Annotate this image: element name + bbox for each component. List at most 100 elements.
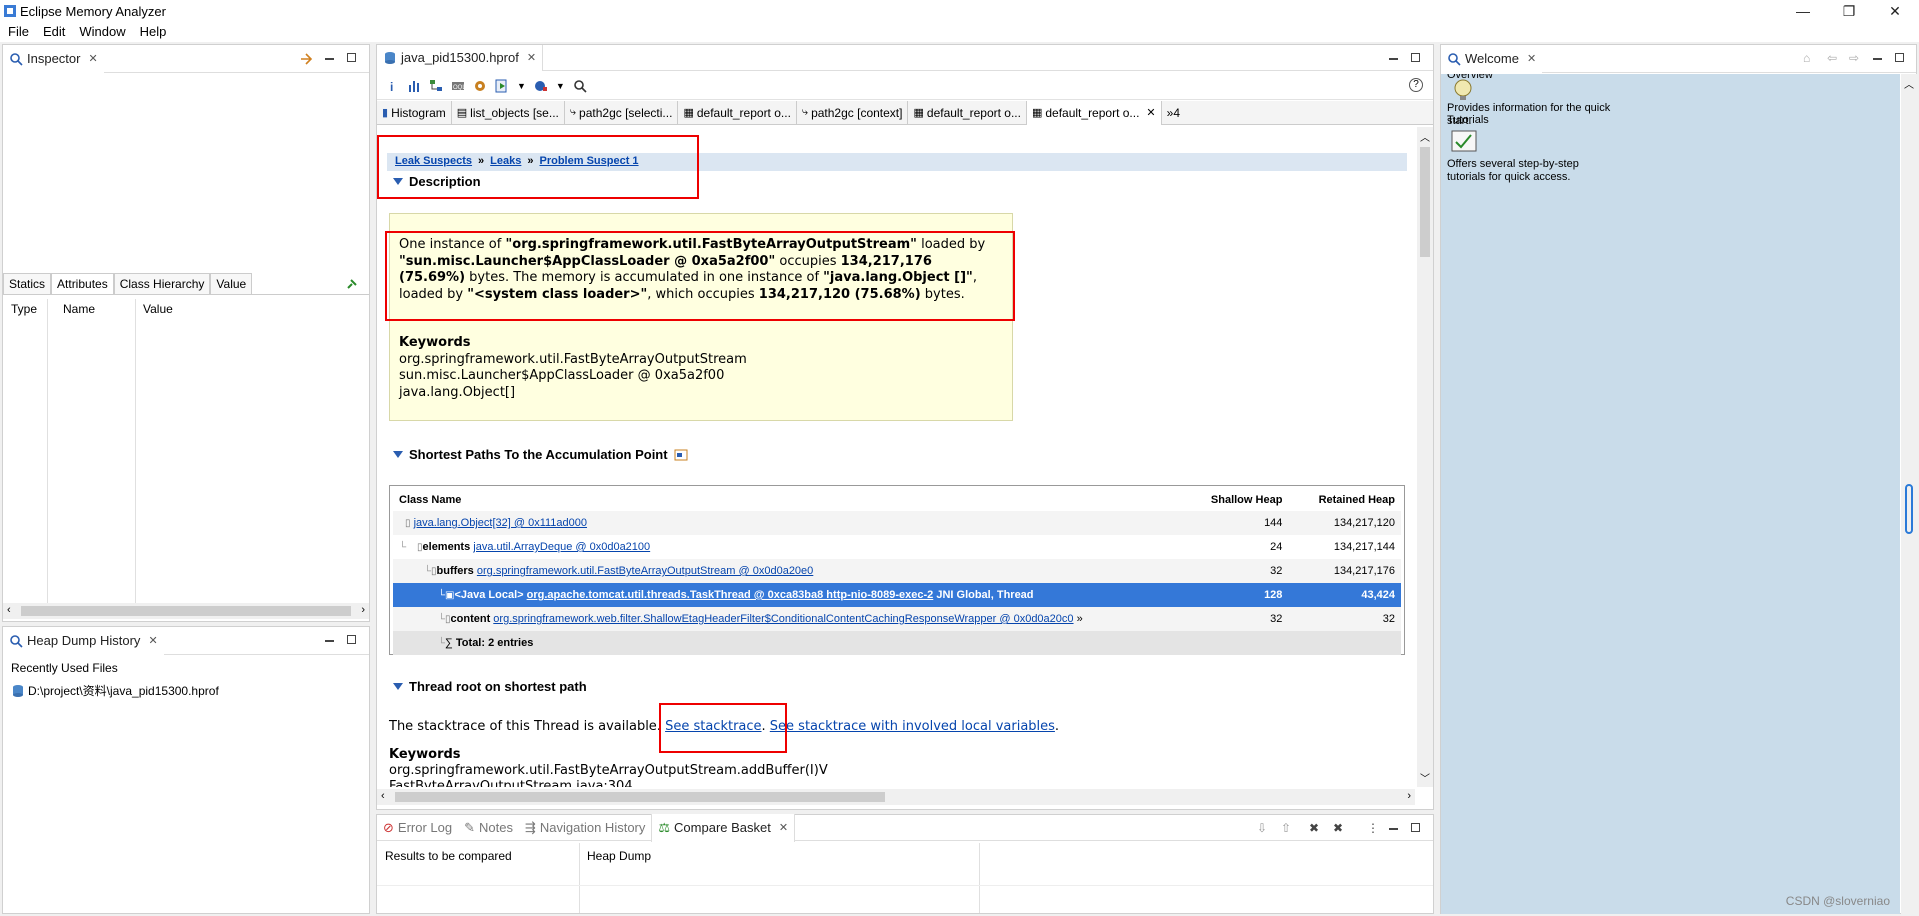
view-menu-icon[interactable]: ⋮ [1367, 821, 1379, 835]
tab-path2gc-context[interactable]: ⤷ path2gc [context] [797, 100, 909, 125]
restore-button[interactable]: ❐ [1826, 0, 1872, 22]
minimize-button[interactable]: — [1780, 0, 1826, 22]
report-vscrollbar[interactable]: ︿ ﹀ [1417, 127, 1433, 787]
open-query-icon[interactable] [674, 448, 688, 462]
subtab-value[interactable]: Value [210, 273, 253, 294]
column-heap-dump[interactable]: Heap Dump [587, 849, 651, 863]
object-link[interactable]: org.apache.tomcat.util.threads.TaskThrea… [527, 589, 934, 601]
column-name[interactable]: Name [63, 302, 95, 316]
thread-overview-icon[interactable] [473, 79, 487, 93]
maximize-icon[interactable] [347, 51, 356, 65]
table-row[interactable]: └▯buffers org.springframework.util.FastB… [393, 559, 1401, 583]
object-link[interactable]: org.springframework.web.filter.ShallowEt… [493, 613, 1073, 625]
recent-file-item[interactable]: D:\project\资料\java_pid15300.hprof [11, 682, 219, 699]
subtab-statics[interactable]: Statics [3, 273, 52, 294]
tab-list-objects[interactable]: ▤ list_objects [se... [452, 100, 565, 125]
object-link[interactable]: java.util.ArrayDeque @ 0x0d0a2100 [473, 541, 650, 553]
remove-all-icon[interactable]: ✖ [1333, 821, 1343, 835]
close-icon[interactable]: ✕ [1146, 106, 1155, 119]
scroll-thumb[interactable] [21, 606, 351, 616]
welcome-vscrollbar[interactable]: ︿ [1901, 74, 1917, 914]
close-icon[interactable]: ✕ [1527, 52, 1536, 65]
scroll-thumb[interactable] [1420, 147, 1430, 257]
histogram-icon[interactable] [407, 79, 421, 93]
object-link[interactable]: java.lang.Object[32] @ 0x111ad000 [414, 517, 587, 529]
close-icon[interactable]: ✕ [88, 52, 97, 65]
scroll-thumb[interactable] [395, 792, 885, 802]
paths-header[interactable]: Shortest Paths To the Accumulation Point [393, 447, 688, 462]
column-type[interactable]: Type [11, 302, 37, 316]
minimize-icon[interactable] [325, 633, 334, 647]
tutorials-icon[interactable] [1451, 130, 1477, 152]
tab-histogram[interactable]: ▮ Histogram [377, 100, 452, 125]
column-results[interactable]: Results to be compared [385, 849, 512, 863]
collapse-icon[interactable] [393, 451, 403, 458]
overview-icon[interactable] [1451, 78, 1475, 102]
header-shallow-heap[interactable]: Shallow Heap [1186, 489, 1288, 511]
tab-overflow[interactable]: »4 [1162, 106, 1185, 120]
maximize-icon[interactable] [1895, 51, 1904, 65]
header-class-name[interactable]: Class Name [393, 489, 1186, 511]
menu-file[interactable]: File [8, 22, 29, 42]
maximize-icon[interactable] [1411, 51, 1420, 65]
menu-help[interactable]: Help [140, 22, 167, 42]
header-retained-heap[interactable]: Retained Heap [1288, 489, 1401, 511]
tab-navigation-history[interactable]: ⇶ Navigation History [519, 814, 651, 842]
inspector-hscrollbar[interactable]: ‹ › [3, 603, 369, 619]
close-icon[interactable]: ✕ [527, 51, 536, 64]
see-stacktrace-locals-link[interactable]: See stacktrace with involved local varia… [770, 719, 1055, 734]
move-down-icon[interactable]: ⇩ [1257, 821, 1267, 835]
help-icon[interactable]: ? [1409, 78, 1423, 92]
collapse-icon[interactable] [393, 683, 403, 690]
back-icon[interactable]: ⇦ [1827, 51, 1837, 65]
subtab-attributes[interactable]: Attributes [51, 273, 114, 294]
table-row[interactable]: ▯ java.lang.Object[32] @ 0x111ad000 144 … [393, 511, 1401, 535]
chevron-down-icon[interactable]: ▼ [556, 81, 565, 91]
object-link[interactable]: org.springframework.util.FastByteArrayOu… [477, 565, 813, 577]
tab-default-report[interactable]: ▦ default_report o... [678, 100, 797, 125]
table-row[interactable]: └▯content org.springframework.web.filter… [393, 607, 1401, 631]
minimize-icon[interactable] [325, 51, 334, 65]
tab-inspector[interactable]: Inspector ✕ [3, 44, 104, 73]
tab-default-report[interactable]: ▦ default_report o... [908, 100, 1027, 125]
search-icon[interactable] [573, 79, 587, 93]
tutorials-label[interactable]: Tutorials [1447, 114, 1489, 127]
tab-heap-dump-history[interactable]: Heap Dump History ✕ [3, 626, 164, 655]
link-editor-icon[interactable] [299, 52, 313, 66]
table-row-selected[interactable]: └▣<Java Local> org.apache.tomcat.util.th… [393, 583, 1401, 607]
table-row[interactable]: └ ▯elements java.util.ArrayDeque @ 0x0d0a… [393, 535, 1401, 559]
tab-path2gc[interactable]: ⤷ path2gc [selecti... [565, 100, 679, 125]
info-icon[interactable]: i [385, 79, 399, 93]
tab-notes[interactable]: ✎ Notes [458, 814, 519, 842]
menu-edit[interactable]: Edit [43, 22, 65, 42]
tab-welcome[interactable]: Welcome ✕ [1441, 44, 1543, 73]
close-window-button[interactable]: ✕ [1872, 0, 1918, 22]
close-icon[interactable]: ✕ [779, 821, 788, 834]
tab-hprof-file[interactable]: java_pid15300.hprof ✕ [377, 44, 544, 71]
scroll-thumb[interactable] [1905, 484, 1913, 534]
pin-icon[interactable] [345, 277, 359, 291]
close-icon[interactable]: ✕ [148, 634, 157, 647]
maximize-icon[interactable] [1411, 821, 1420, 835]
tab-error-log[interactable]: ⊘ Error Log [377, 814, 458, 842]
forward-icon[interactable]: ⇨ [1849, 51, 1859, 65]
home-icon[interactable]: ⌂ [1803, 51, 1810, 65]
minimize-icon[interactable] [1389, 51, 1398, 65]
remove-icon[interactable]: ✖ [1309, 821, 1319, 835]
run-report-icon[interactable] [495, 79, 509, 93]
minimize-icon[interactable] [1389, 821, 1398, 835]
dominator-tree-icon[interactable] [429, 79, 443, 93]
tab-default-report-active[interactable]: ▦ default_report o... ✕ [1026, 100, 1162, 125]
oql-icon[interactable]: OQL [451, 79, 465, 93]
report-hscrollbar[interactable]: ‹ › [377, 789, 1415, 805]
subtab-class-hierarchy[interactable]: Class Hierarchy [113, 273, 211, 294]
thread-root-header[interactable]: Thread root on shortest path [393, 679, 587, 694]
column-value[interactable]: Value [143, 302, 173, 316]
move-up-icon[interactable]: ⇧ [1281, 821, 1291, 835]
maximize-icon[interactable] [347, 633, 356, 647]
chevron-down-icon[interactable]: ▼ [517, 81, 526, 91]
tab-compare-basket[interactable]: ⚖ Compare Basket ✕ [651, 813, 796, 842]
query-browser-icon[interactable] [534, 79, 548, 93]
menu-window[interactable]: Window [79, 22, 125, 42]
minimize-icon[interactable] [1873, 51, 1882, 65]
